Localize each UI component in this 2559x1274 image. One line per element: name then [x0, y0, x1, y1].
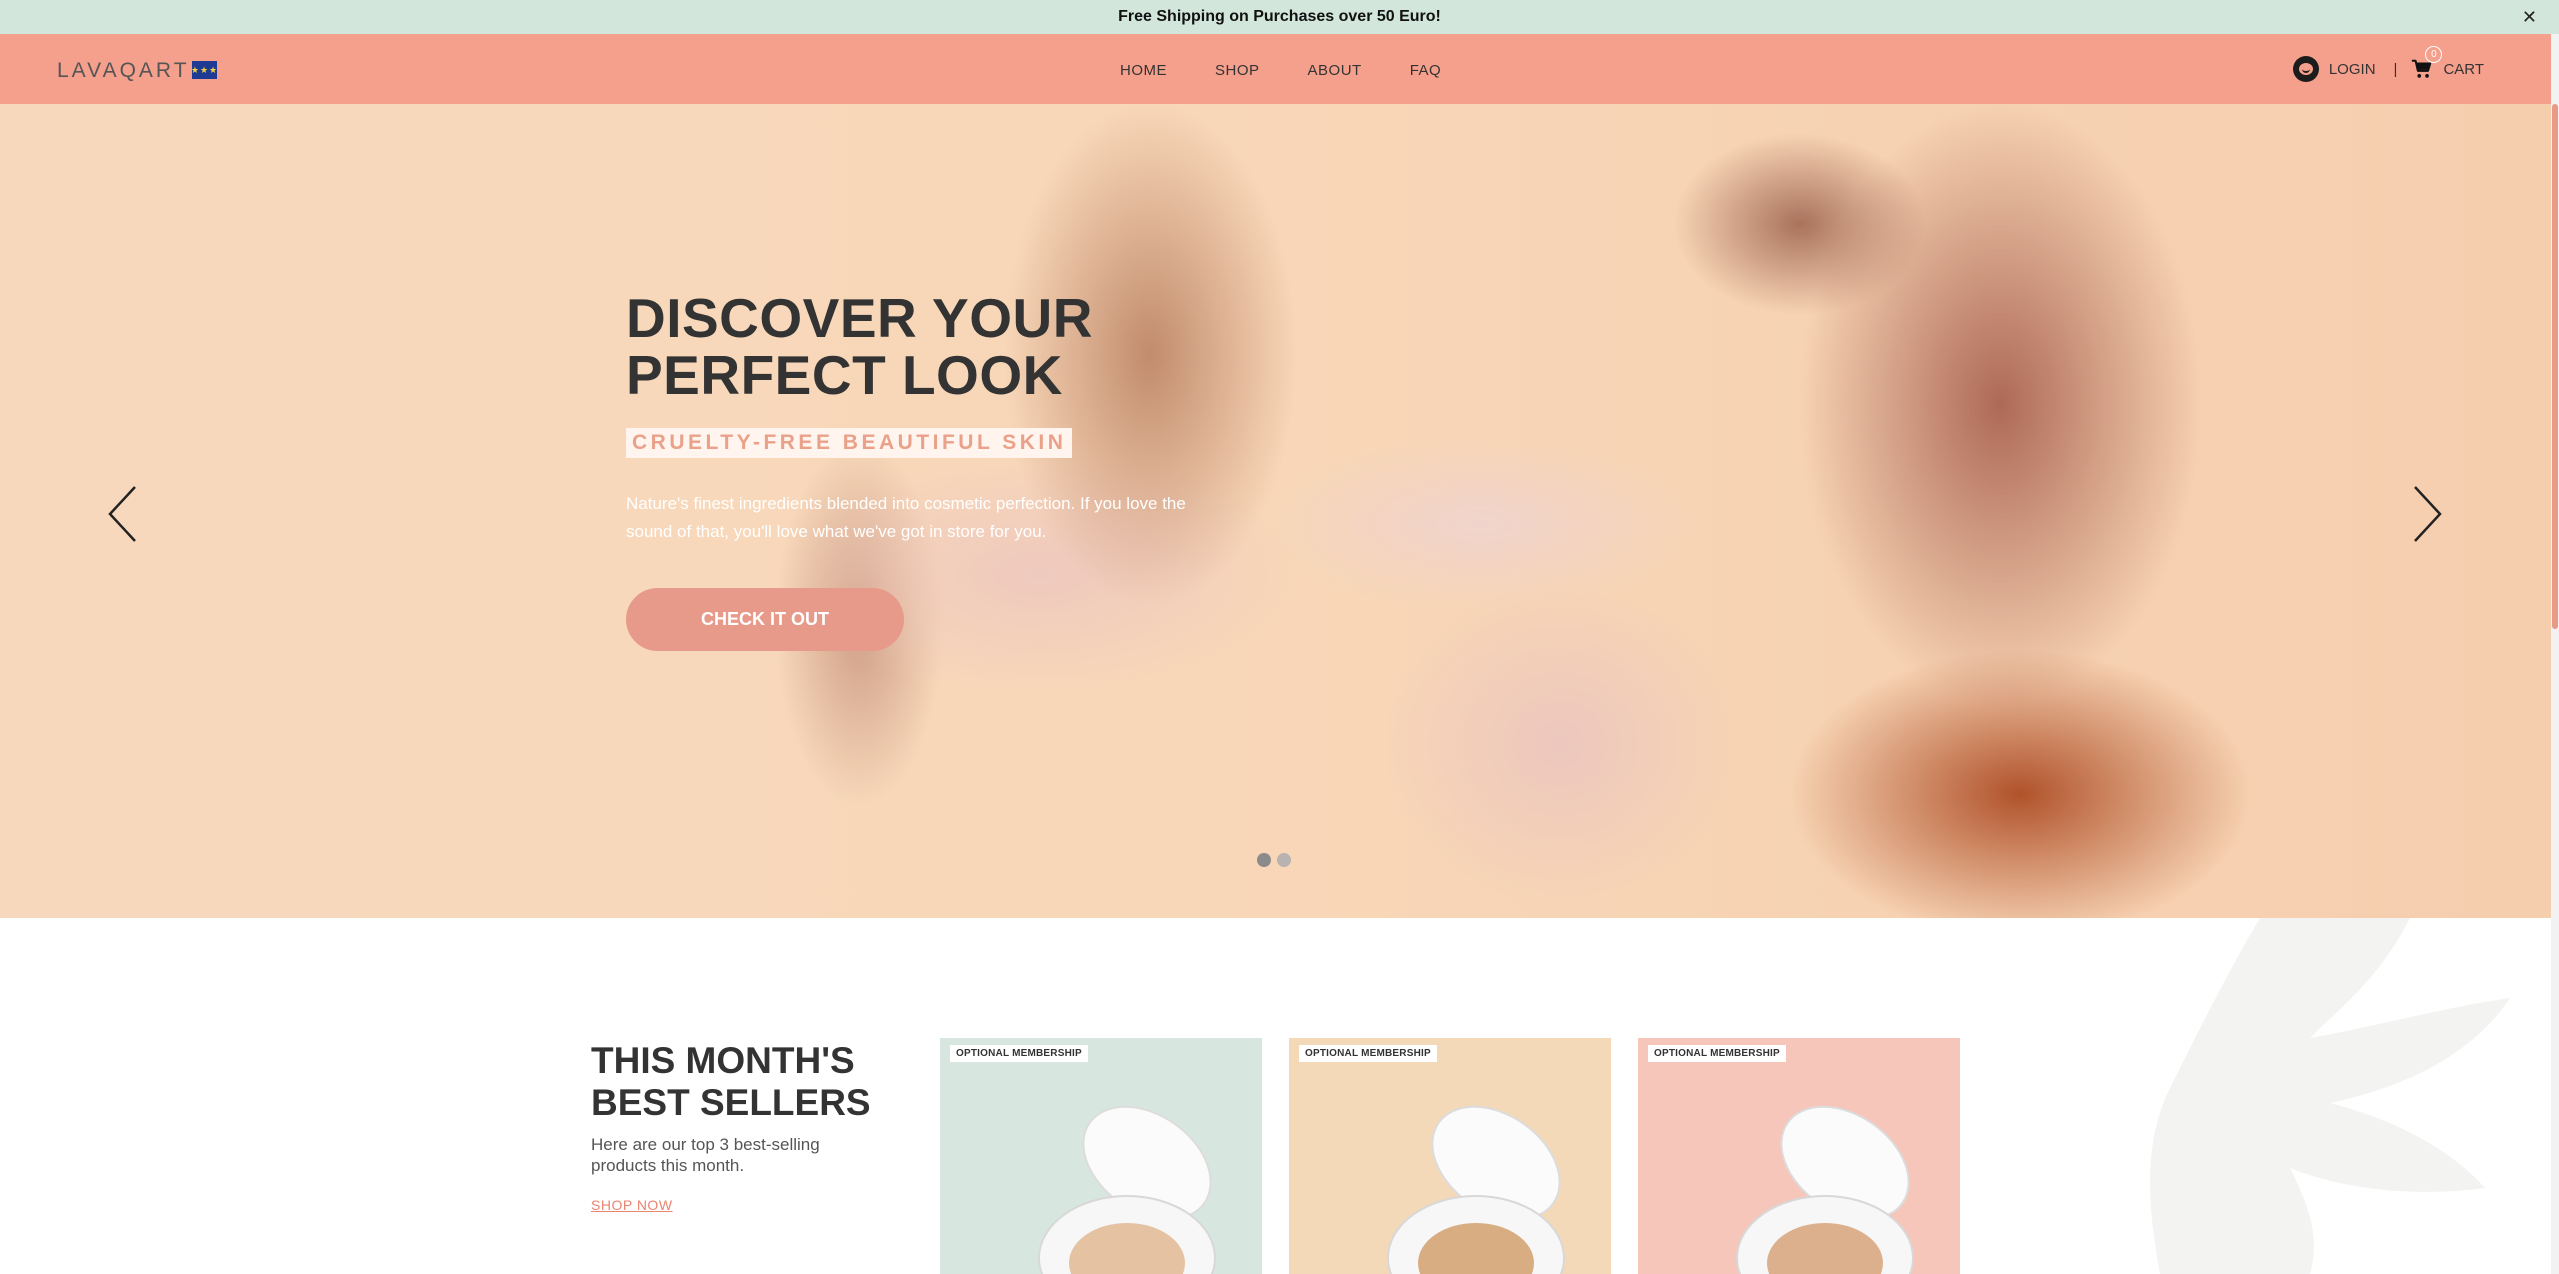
cushion-compact-image: [1387, 1105, 1565, 1274]
chevron-left-icon[interactable]: [105, 484, 145, 544]
site-logo[interactable]: LAVAQART: [57, 59, 190, 83]
nav-faq[interactable]: FAQ: [1410, 62, 1442, 79]
close-icon[interactable]: ✕: [2522, 7, 2537, 27]
hero-tagline: CRUELTY-FREE BEAUTIFUL SKIN: [626, 428, 1073, 458]
slider-dot-1[interactable]: [1257, 853, 1271, 867]
hero-title: DISCOVER YOUR PERFECT LOOK: [626, 290, 1093, 404]
slider-dot-2[interactable]: [1277, 853, 1291, 867]
nav-home[interactable]: HOME: [1120, 62, 1167, 79]
best-sellers-title: THIS MONTH'S BEST SELLERS: [591, 1040, 871, 1124]
account-area: LOGIN | 0 CART: [2292, 46, 2484, 82]
leaf-decoration: [2150, 918, 2510, 1274]
product-card-2[interactable]: OPTIONAL MEMBERSHIP: [1289, 1038, 1611, 1274]
hero-title-line-2: PERFECT LOOK: [626, 344, 1063, 406]
scrollbar-thumb[interactable]: [2552, 104, 2558, 629]
product-card-3[interactable]: OPTIONAL MEMBERSHIP: [1638, 1038, 1960, 1274]
login-link[interactable]: LOGIN: [2329, 61, 2376, 78]
slider-dots: [1257, 853, 1291, 867]
separator: |: [2393, 60, 2398, 78]
cushion-compact-image: [1038, 1105, 1216, 1274]
membership-badge: OPTIONAL MEMBERSHIP: [1299, 1045, 1437, 1062]
announcement-text: Free Shipping on Purchases over 50 Euro!: [1118, 8, 1441, 25]
cart-link[interactable]: 0 CART: [2411, 46, 2484, 80]
hero-slider: DISCOVER YOUR PERFECT LOOK CRUELTY-FREE …: [0, 104, 2551, 918]
chevron-right-icon[interactable]: [2405, 484, 2445, 544]
main-nav: HOME SHOP ABOUT FAQ: [1120, 62, 1489, 79]
membership-badge: OPTIONAL MEMBERSHIP: [1648, 1045, 1786, 1062]
hero-description: Nature's finest ingredients blended into…: [626, 494, 1186, 541]
cart-label[interactable]: CART: [2443, 61, 2484, 78]
best-sellers-description: Here are our top 3 best-selling products…: [591, 1135, 820, 1175]
check-it-out-button[interactable]: CHECK IT OUT: [626, 588, 904, 651]
scrollbar[interactable]: [2551, 34, 2559, 1274]
membership-badge: OPTIONAL MEMBERSHIP: [950, 1045, 1088, 1062]
nav-shop[interactable]: SHOP: [1215, 62, 1260, 79]
eu-flag-icon[interactable]: ★★★: [191, 61, 217, 79]
hero-title-line-1: DISCOVER YOUR: [626, 287, 1093, 349]
site-header: LAVAQART ★★★ HOME SHOP ABOUT FAQ LOGIN |…: [0, 34, 2559, 104]
cart-count-badge: 0: [2425, 46, 2443, 63]
best-sellers-title-line-2: BEST SELLERS: [591, 1082, 871, 1123]
page: Free Shipping on Purchases over 50 Euro!…: [0, 0, 2559, 1274]
best-sellers-title-line-1: THIS MONTH'S: [591, 1040, 855, 1081]
cushion-compact-image: [1736, 1105, 1914, 1274]
product-card-1[interactable]: OPTIONAL MEMBERSHIP: [940, 1038, 1262, 1274]
shop-now-link[interactable]: SHOP NOW: [591, 1197, 673, 1213]
user-icon[interactable]: [2292, 56, 2319, 82]
nav-about[interactable]: ABOUT: [1308, 62, 1362, 79]
announcement-bar: Free Shipping on Purchases over 50 Euro!…: [0, 0, 2559, 34]
